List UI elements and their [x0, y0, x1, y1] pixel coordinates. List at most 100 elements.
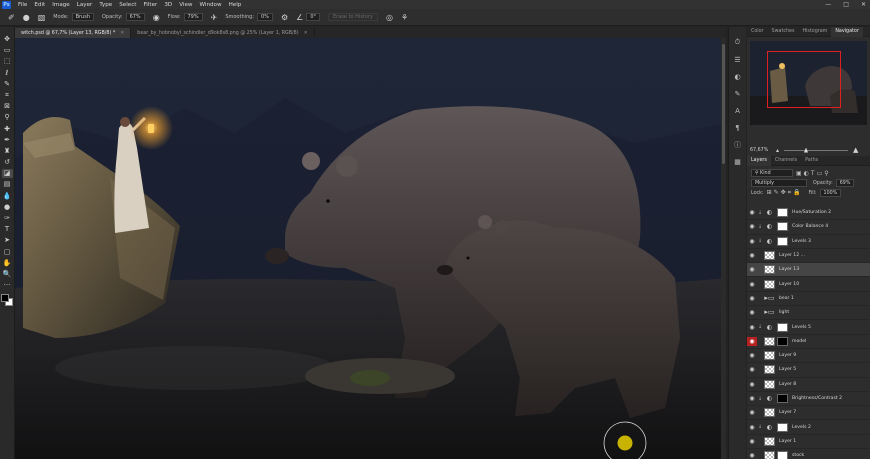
layer-opacity-field[interactable]: 69%	[835, 179, 855, 187]
close-icon[interactable]: ✕	[120, 31, 124, 36]
airbrush-icon[interactable]: ✈	[211, 13, 218, 22]
paragraph-panel-icon[interactable]: ¶	[732, 122, 743, 133]
tab-channels[interactable]: Channels	[771, 156, 801, 166]
layer-mask-thumbnail[interactable]	[777, 451, 788, 459]
healing-tool-icon[interactable]: ✚	[2, 125, 13, 134]
layer-mask-thumbnail[interactable]	[777, 208, 788, 218]
menu-window[interactable]: Window	[200, 2, 222, 8]
blend-mode-select[interactable]: Multiply	[751, 179, 807, 187]
layer-row[interactable]: ◉ Layer 7	[747, 406, 870, 421]
info-panel-icon[interactable]: ⓘ	[732, 139, 743, 150]
blur-tool-icon[interactable]: 💧	[2, 192, 13, 201]
menu-filter[interactable]: Filter	[143, 2, 157, 8]
eraser-tool-icon[interactable]: ✐	[8, 13, 15, 22]
menu-3d[interactable]: 3D	[164, 2, 172, 8]
visibility-eye-icon[interactable]: ◉	[747, 452, 757, 459]
layer-row[interactable]: ◉ Layer 5	[747, 363, 870, 378]
pressure-opacity-icon[interactable]: ◉	[153, 13, 160, 22]
gradient-tool-icon[interactable]: ▤	[2, 180, 13, 189]
tab-bear-png[interactable]: bear_by_hobnobyl_schindler_d9ok8s8.png @…	[131, 28, 315, 38]
brush-panel-icon[interactable]: ✎	[732, 88, 743, 99]
foreground-color-swatch[interactable]	[1, 294, 9, 303]
tab-layers[interactable]: Layers	[747, 155, 771, 166]
tab-color[interactable]: Color	[747, 27, 768, 37]
zoom-tool-icon[interactable]: 🔍	[2, 270, 13, 279]
history-panel-icon[interactable]: ⏱	[732, 37, 743, 48]
visibility-eye-icon[interactable]: ◉	[747, 266, 757, 273]
filter-kind-select[interactable]: ⚲ Kind	[751, 169, 793, 177]
layer-row[interactable]: ◉ ▸▭ bear 1	[747, 292, 870, 307]
tab-navigator[interactable]: Navigator	[831, 26, 863, 37]
visibility-eye-icon[interactable]: ◉	[747, 209, 757, 216]
close-button[interactable]: ✕	[861, 1, 866, 8]
libraries-panel-icon[interactable]: ▦	[732, 156, 743, 167]
path-select-tool-icon[interactable]: ➤	[2, 236, 13, 245]
shape-tool-icon[interactable]: ▢	[2, 248, 13, 257]
tab-swatches[interactable]: Swatches	[768, 27, 799, 37]
layer-row[interactable]: ◉ ↓ ◐ Levels 2	[747, 420, 870, 435]
layer-fill-field[interactable]: 100%	[819, 189, 842, 197]
pen-tool-icon[interactable]: ✑	[2, 214, 13, 223]
menu-view[interactable]: View	[179, 2, 192, 8]
lock-icons[interactable]: ⊞✎✥⌗🔒	[767, 189, 803, 197]
navigator-view-box[interactable]	[767, 51, 841, 108]
marquee-tool-icon[interactable]: ⬚	[2, 57, 13, 66]
crop-tool-icon[interactable]: ⌗	[2, 91, 13, 100]
menu-help[interactable]: Help	[229, 2, 242, 8]
history-brush-tool-icon[interactable]: ↺	[2, 158, 13, 167]
visibility-eye-icon[interactable]: ◉	[747, 252, 757, 259]
angle-field[interactable]: 0°	[306, 13, 321, 21]
eraser-tool-icon[interactable]: ◪	[1, 169, 13, 179]
layer-row[interactable]: ◉ Layer 9	[747, 349, 870, 364]
tab-histogram[interactable]: Histogram	[798, 27, 831, 37]
hand-tool-icon[interactable]: ✋	[2, 259, 13, 268]
visibility-eye-icon[interactable]: ◉	[747, 352, 757, 359]
menu-file[interactable]: File	[18, 2, 27, 8]
layer-row[interactable]: ◉ ▸▭ light	[747, 306, 870, 321]
more-tools-icon[interactable]: ···	[2, 281, 13, 290]
layer-row[interactable]: ◉ ↓ ◐ Levels 5	[747, 320, 870, 335]
properties-panel-icon[interactable]: ☰	[732, 54, 743, 65]
visibility-eye-icon[interactable]: ◉	[747, 238, 757, 245]
visibility-eye-icon[interactable]: ◉	[747, 381, 757, 388]
color-swatches[interactable]	[1, 294, 13, 307]
zoom-slider-knob[interactable]	[804, 147, 809, 153]
erase-to-history-checkbox[interactable]: Erase to History	[328, 13, 378, 21]
dodge-tool-icon[interactable]: ●	[2, 203, 13, 212]
canvas-area[interactable]	[15, 38, 726, 459]
layer-mask-thumbnail[interactable]	[777, 236, 788, 246]
canvas-image[interactable]	[15, 38, 726, 459]
visibility-eye-icon[interactable]: ◉	[747, 281, 757, 288]
visibility-eye-icon[interactable]: ◉	[747, 336, 757, 346]
visibility-eye-icon[interactable]: ◉	[747, 295, 757, 302]
visibility-eye-icon[interactable]: ◉	[747, 395, 757, 402]
zoom-value[interactable]: 67,67%	[750, 148, 768, 153]
type-tool-icon[interactable]: T	[2, 225, 13, 234]
brush-preset-icon[interactable]: ●	[23, 13, 30, 22]
eyedropper-tool-icon[interactable]: ⚲	[2, 113, 13, 122]
mode-select[interactable]: Brush	[71, 13, 94, 21]
scrollbar-thumb[interactable]	[722, 44, 725, 164]
layer-row[interactable]: ◉ Layer 13	[747, 263, 870, 278]
menu-type[interactable]: Type	[99, 2, 112, 8]
adjustments-panel-icon[interactable]: ◐	[732, 71, 743, 82]
layer-row[interactable]: ◉ Layer 12 ...	[747, 249, 870, 264]
visibility-eye-icon[interactable]: ◉	[747, 424, 757, 431]
stamp-tool-icon[interactable]: ♜	[2, 147, 13, 156]
layer-row[interactable]: ◉ Layer 8	[747, 378, 870, 392]
visibility-eye-icon[interactable]: ◉	[747, 223, 757, 230]
smoothing-field[interactable]: 0%	[257, 13, 273, 21]
menu-layer[interactable]: Layer	[77, 2, 93, 8]
zoom-slider[interactable]	[784, 147, 849, 153]
symmetry-icon[interactable]: ⚘	[401, 13, 408, 22]
visibility-eye-icon[interactable]: ◉	[747, 409, 757, 416]
layer-mask-thumbnail[interactable]	[777, 222, 788, 232]
zoom-out-icon[interactable]: ▴	[776, 147, 779, 154]
tab-paths[interactable]: Paths	[801, 156, 822, 166]
menu-select[interactable]: Select	[119, 2, 136, 8]
close-icon[interactable]: ✕	[304, 31, 308, 36]
layer-row[interactable]: ◉ ↓ ◐ Levels 3	[747, 235, 870, 249]
visibility-eye-icon[interactable]: ◉	[747, 366, 757, 373]
minimize-button[interactable]: —	[825, 1, 831, 8]
layer-row[interactable]: ◉ ↓ ◐ Color Balance 4	[747, 220, 870, 235]
